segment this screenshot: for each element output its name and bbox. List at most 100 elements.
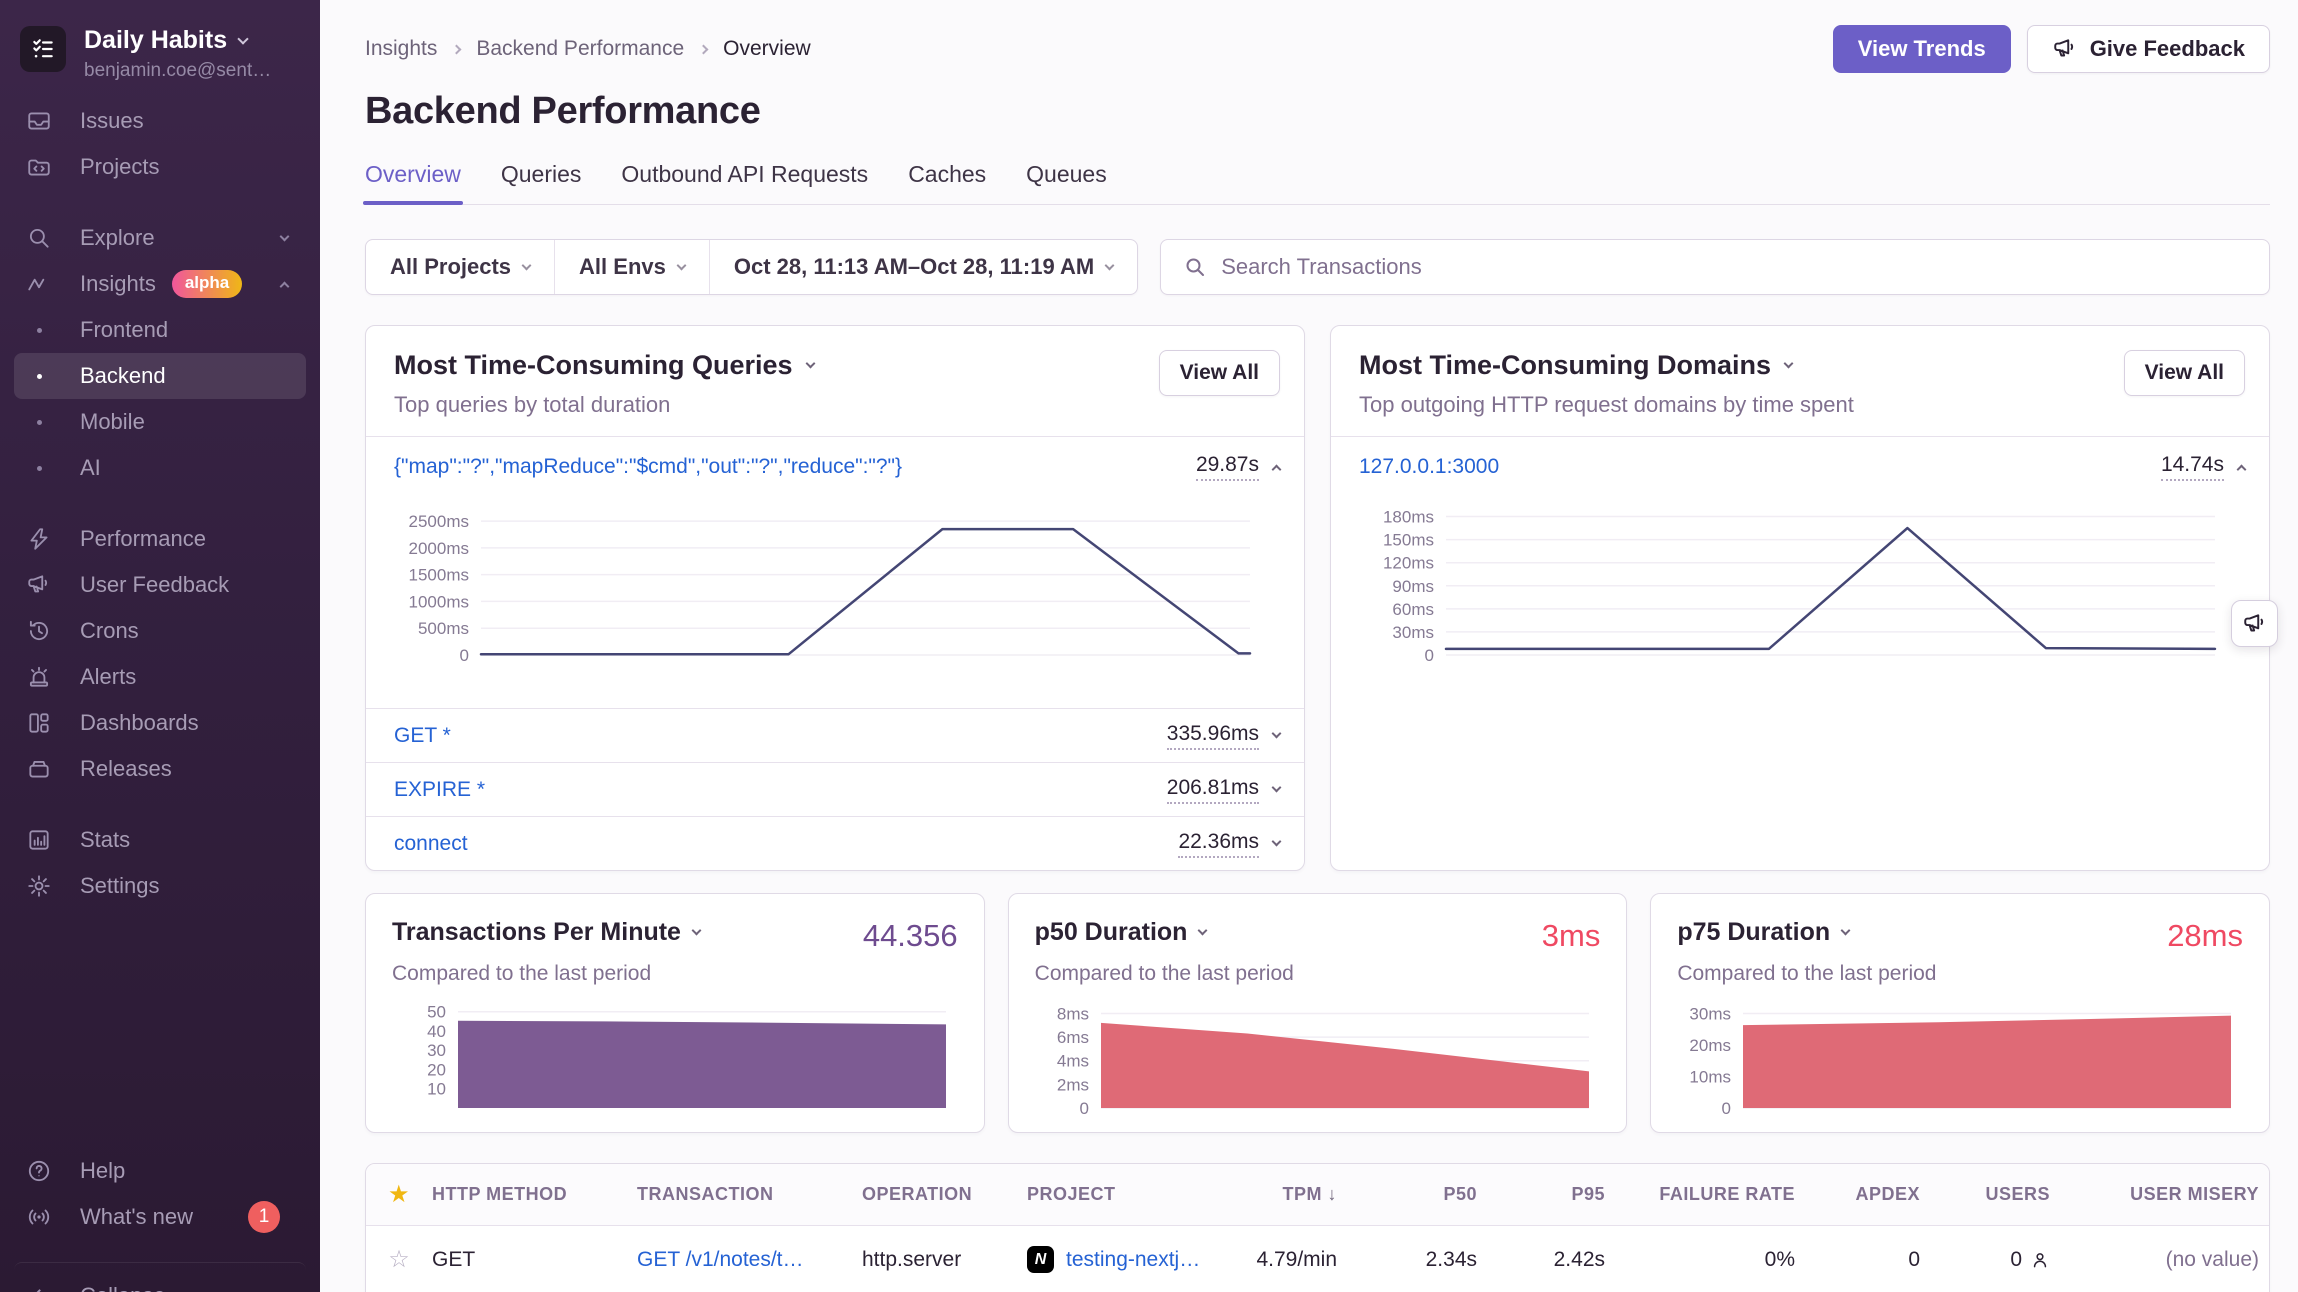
col-operation[interactable]: OPERATION (862, 1184, 1027, 1205)
tab-queues[interactable]: Queues (1026, 161, 1107, 204)
most-time-consuming-domains-panel: Most Time-Consuming Domains Top outgoing… (1330, 325, 2270, 871)
org-switcher[interactable]: Daily Habits benjamin.coe@sent… (0, 0, 320, 82)
query-row: connect 22.36ms (366, 816, 1304, 870)
date-range-filter[interactable]: Oct 28, 11:13 AM–Oct 28, 11:19 AM (710, 240, 1137, 294)
sidebar-item-mobile[interactable]: Mobile (14, 399, 306, 445)
user-misery-cell: (no value) (2060, 1248, 2269, 1272)
star-icon[interactable]: ★ (366, 1180, 432, 1209)
sidebar-item-settings[interactable]: Settings (14, 863, 306, 909)
chevron-down-icon[interactable] (1272, 729, 1282, 739)
chevron-down-icon[interactable] (1272, 783, 1282, 793)
sidebar-item-ai[interactable]: AI (14, 445, 306, 491)
chevron-down-icon[interactable] (1272, 837, 1282, 847)
tab-queries[interactable]: Queries (501, 161, 582, 204)
sidebar-item-explore[interactable]: Explore (14, 215, 306, 261)
floating-feedback-button[interactable] (2231, 600, 2278, 647)
p75-title[interactable]: p75 Duration (1677, 918, 1849, 947)
transaction-link[interactable]: GET /v1/notes/t… (637, 1248, 804, 1271)
svg-text:180ms: 180ms (1383, 508, 1434, 527)
query-link[interactable]: {"map":"?","mapReduce":"$cmd","out":"?",… (394, 455, 902, 479)
col-project[interactable]: PROJECT (1027, 1184, 1232, 1205)
sidebar-item-releases[interactable]: Releases (14, 746, 306, 792)
http-method-cell: GET (432, 1248, 637, 1272)
sidebar-item-stats[interactable]: Stats (14, 817, 306, 863)
svg-text:6ms: 6ms (1057, 1028, 1089, 1047)
help-icon (22, 1158, 56, 1184)
svg-text:4ms: 4ms (1057, 1052, 1089, 1071)
col-http-method[interactable]: HTTP METHOD (432, 1184, 637, 1205)
sidebar-item-help[interactable]: Help (14, 1148, 306, 1194)
svg-text:0: 0 (1079, 1099, 1088, 1118)
star-icon[interactable]: ☆ (366, 1245, 432, 1274)
sort-desc-icon: ↓ (1328, 1184, 1338, 1204)
query-link[interactable]: EXPIRE * (394, 778, 485, 802)
users-cell: 0 (1930, 1248, 2060, 1272)
col-users[interactable]: USERS (1930, 1184, 2060, 1205)
org-name: Daily Habits (84, 26, 227, 55)
col-p50[interactable]: P50 (1347, 1184, 1487, 1205)
project-link[interactable]: testing-nextj… (1066, 1248, 1200, 1272)
sidebar-item-performance[interactable]: Performance (14, 516, 306, 562)
environment-filter[interactable]: All Envs (555, 240, 710, 294)
sidebar-footer: Help What's new 1 Collapse (0, 1148, 320, 1292)
megaphone-icon (2242, 611, 2268, 637)
sidebar-item-projects[interactable]: Projects (14, 144, 306, 190)
col-p95[interactable]: P95 (1487, 1184, 1615, 1205)
col-apdex[interactable]: APDEX (1805, 1184, 1930, 1205)
p95-cell: 2.42s (1487, 1248, 1615, 1272)
breadcrumb-insights[interactable]: Insights (365, 37, 437, 61)
query-link[interactable]: GET * (394, 724, 451, 748)
svg-text:10ms: 10ms (1690, 1067, 1732, 1086)
search-transactions-input[interactable] (1221, 254, 2247, 280)
col-user-misery[interactable]: USER MISERY (2060, 1184, 2269, 1205)
col-tpm[interactable]: TPM ↓ (1232, 1184, 1347, 1205)
nextjs-icon: N (1027, 1246, 1054, 1273)
org-email: benjamin.coe@sent… (84, 60, 271, 82)
queries-view-all-button[interactable]: View All (1159, 350, 1280, 396)
domains-view-all-button[interactable]: View All (2124, 350, 2245, 396)
col-failure-rate[interactable]: FAILURE RATE (1615, 1184, 1805, 1205)
p50-cell: 2.34s (1347, 1248, 1487, 1272)
tpm-cell: 4.79/min (1232, 1248, 1347, 1272)
sidebar-item-backend[interactable]: Backend (14, 353, 306, 399)
sidebar-item-issues[interactable]: Issues (14, 98, 306, 144)
chevron-right-icon (699, 44, 709, 54)
tab-overview[interactable]: Overview (365, 161, 461, 204)
bar-chart-icon (22, 827, 56, 853)
project-filter[interactable]: All Projects (366, 240, 555, 294)
p50-duration-card: p50 Duration 3ms Compared to the last pe… (1008, 893, 1628, 1133)
sidebar-item-insights[interactable]: Insights alpha (14, 261, 306, 307)
svg-text:500ms: 500ms (418, 619, 469, 638)
apdex-cell: 0 (1805, 1248, 1930, 1272)
col-transaction[interactable]: TRANSACTION (637, 1184, 862, 1205)
breadcrumb-backend-performance[interactable]: Backend Performance (476, 37, 684, 61)
query-link[interactable]: connect (394, 832, 468, 856)
sidebar-item-whats-new[interactable]: What's new 1 (14, 1194, 306, 1240)
chevron-up-icon[interactable] (2237, 464, 2247, 474)
sidebar-item-frontend[interactable]: Frontend (14, 307, 306, 353)
sidebar-item-alerts[interactable]: Alerts (14, 654, 306, 700)
sidebar-item-user-feedback[interactable]: User Feedback (14, 562, 306, 608)
sidebar-item-dashboards[interactable]: Dashboards (14, 700, 306, 746)
domains-panel-title[interactable]: Most Time-Consuming Domains (1359, 350, 1854, 381)
tpm-title[interactable]: Transactions Per Minute (392, 918, 700, 947)
sidebar-item-crons[interactable]: Crons (14, 608, 306, 654)
svg-text:90ms: 90ms (1392, 577, 1434, 596)
chevron-up-icon[interactable] (1272, 464, 1282, 474)
failure-rate-cell: 0% (1615, 1248, 1805, 1272)
svg-text:2500ms: 2500ms (409, 512, 469, 531)
view-trends-button[interactable]: View Trends (1833, 25, 2011, 73)
transactions-table: ★ HTTP METHOD TRANSACTION OPERATION PROJ… (365, 1163, 2270, 1292)
sidebar-collapse-button[interactable]: Collapse (14, 1262, 306, 1292)
archive-icon (22, 756, 56, 782)
tab-caches[interactable]: Caches (908, 161, 986, 204)
breadcrumb: Insights Backend Performance Overview (365, 37, 811, 61)
give-feedback-button[interactable]: Give Feedback (2027, 25, 2270, 73)
siren-icon (22, 664, 56, 690)
queries-panel-title[interactable]: Most Time-Consuming Queries (394, 350, 814, 381)
page-filter-bar: All Projects All Envs Oct 28, 11:13 AM–O… (365, 239, 1138, 295)
p50-title[interactable]: p50 Duration (1035, 918, 1207, 947)
domain-link[interactable]: 127.0.0.1:3000 (1359, 455, 1499, 479)
tab-outbound-api-requests[interactable]: Outbound API Requests (621, 161, 868, 204)
main-content: Insights Backend Performance Overview Vi… (320, 0, 2298, 1292)
